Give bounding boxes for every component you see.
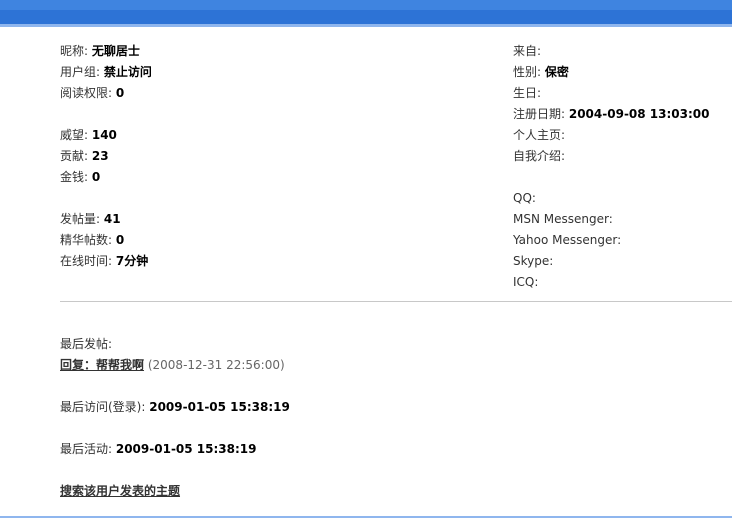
read-permission-value: 0 (115, 86, 125, 100)
online-time-value: 7分钟 (115, 254, 149, 268)
header-bar-bottom (0, 24, 732, 27)
msn-label: MSN Messenger: (513, 212, 613, 226)
header-bar-top (0, 0, 732, 10)
nickname-value: 无聊居士 (91, 44, 140, 58)
register-date-row: 注册日期: 2004-09-08 13:03:00 (513, 104, 728, 125)
skype-label: Skype: (513, 254, 554, 268)
contribution-value: 23 (91, 149, 109, 163)
gender-label: 性别: (513, 65, 545, 79)
money-value: 0 (91, 170, 101, 184)
qq-row: QQ: (513, 188, 728, 209)
last-active-label: 最后活动: (60, 442, 116, 456)
post-count-label: 发帖量: (60, 212, 104, 226)
last-post-label: 最后发帖: (60, 337, 113, 351)
msn-row: MSN Messenger: (513, 209, 728, 230)
last-visit-value: 2009-01-05 15:38:19 (149, 400, 290, 414)
icq-row: ICQ: (513, 272, 728, 293)
last-post-link[interactable]: 回复：帮帮我啊 (60, 358, 144, 372)
user-group-value: 禁止访问 (103, 65, 152, 79)
birthday-row: 生日: (513, 83, 728, 104)
self-intro-label: 自我介绍: (513, 149, 566, 163)
last-active-row: 最后活动: 2009-01-05 15:38:19 (60, 439, 720, 460)
profile-info-column: 来自: 性别: 保密 生日: 注册日期: 2004-09-08 13:03:00… (513, 41, 728, 293)
from-label: 来自: (513, 44, 542, 58)
prestige-value: 140 (91, 128, 117, 142)
user-group-label: 用户组: (60, 65, 104, 79)
last-post-label-row: 最后发帖: (60, 334, 720, 355)
nickname-label: 昵称: (60, 44, 92, 58)
online-time-row: 在线时间: 7分钟 (60, 251, 480, 272)
last-visit-row: 最后访问(登录): 2009-01-05 15:38:19 (60, 397, 720, 418)
skype-row: Skype: (513, 251, 728, 272)
search-user-topics-link[interactable]: 搜索该用户发表的主题 (60, 484, 180, 498)
read-permission-row: 阅读权限: 0 (60, 83, 480, 104)
last-active-value: 2009-01-05 15:38:19 (115, 442, 257, 456)
search-topics-row: 搜索该用户发表的主题 (60, 481, 720, 502)
digest-count-value: 0 (115, 233, 125, 247)
gender-row: 性别: 保密 (513, 62, 728, 83)
money-row: 金钱: 0 (60, 167, 480, 188)
yahoo-row: Yahoo Messenger: (513, 230, 728, 251)
register-date-value: 2004-09-08 13:03:00 (568, 107, 710, 121)
profile-stats-column: 昵称: 无聊居士 用户组: 禁止访问 阅读权限: 0 威望: 140 贡献: 2… (60, 41, 480, 272)
user-group-row: 用户组: 禁止访问 (60, 62, 480, 83)
money-label: 金钱: (60, 170, 92, 184)
self-intro-row: 自我介绍: (513, 146, 728, 167)
post-count-value: 41 (103, 212, 121, 226)
last-visit-label: 最后访问(登录): (60, 400, 150, 414)
homepage-label: 个人主页: (513, 128, 566, 142)
prestige-row: 威望: 140 (60, 125, 480, 146)
header-bar-middle (0, 10, 732, 24)
read-permission-label: 阅读权限: (60, 86, 116, 100)
nickname-row: 昵称: 无聊居士 (60, 41, 480, 62)
birthday-label: 生日: (513, 86, 542, 100)
contribution-row: 贡献: 23 (60, 146, 480, 167)
digest-count-label: 精华帖数: (60, 233, 116, 247)
gender-value: 保密 (544, 65, 569, 79)
homepage-row: 个人主页: (513, 125, 728, 146)
yahoo-label: Yahoo Messenger: (513, 233, 622, 247)
header-bar (0, 0, 732, 27)
digest-count-row: 精华帖数: 0 (60, 230, 480, 251)
register-date-label: 注册日期: (513, 107, 569, 121)
section-divider (60, 301, 732, 302)
qq-label: QQ: (513, 191, 536, 205)
post-count-row: 发帖量: 41 (60, 209, 480, 230)
last-post-row: 回复：帮帮我啊 (2008-12-31 22:56:00) (60, 355, 720, 376)
contribution-label: 贡献: (60, 149, 92, 163)
from-row: 来自: (513, 41, 728, 62)
prestige-label: 威望: (60, 128, 92, 142)
last-post-time: (2008-12-31 22:56:00) (147, 358, 285, 372)
online-time-label: 在线时间: (60, 254, 116, 268)
footer-line (0, 516, 732, 518)
icq-label: ICQ: (513, 275, 539, 289)
activity-section: 最后发帖: 回复：帮帮我啊 (2008-12-31 22:56:00) 最后访问… (60, 334, 720, 502)
